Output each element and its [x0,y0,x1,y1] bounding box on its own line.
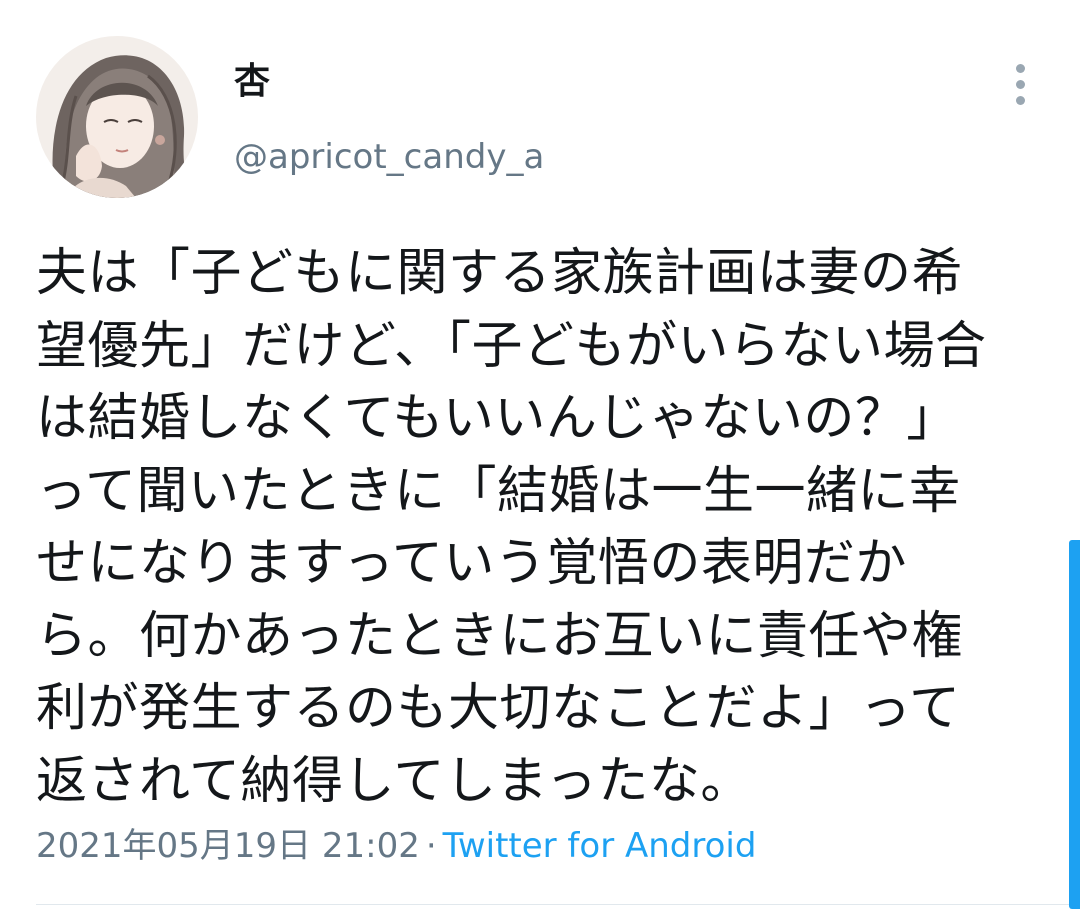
tweet-text-line: って聞いたときに「結婚は一生一緒に幸 [36,461,961,521]
avatar-illustration [36,36,198,198]
more-dot [1015,63,1025,73]
divider [36,904,1080,905]
more-dot [1015,95,1025,105]
avatar[interactable] [36,36,198,198]
tweet-meta: 2021年05月19日 21:02 · Twitter for Android [36,823,756,869]
tweet-text-line: 利が発生するのも大切なことだよ」って [36,679,961,738]
display-name[interactable]: 杏 [234,58,270,106]
meta-separator: · [425,826,437,866]
tweet-text-line: 返されて納得してしまったな。 [36,751,752,811]
tweet-source-link[interactable]: Twitter for Android [443,826,757,866]
tweet-text-line: ら。何かあったときにお互いに責任や権 [36,606,964,666]
tweet-text: 夫は「子どもに関する家族計画は妻の希 望優先」だけど、「子どもがいらない場合 は… [36,238,1046,818]
user-handle[interactable]: @apricot_candy_a [234,134,544,180]
more-vertical-icon[interactable] [996,54,1044,114]
tweet-text-line: 望優先」だけど、「子どもがいらない場合 [36,316,987,376]
tweet-text-line: 夫は「子どもに関する家族計画は妻の希 [36,244,964,303]
tweet-text-line: は結婚しなくてもいいんじゃないの？」 [36,389,958,448]
tweet-detail: 杏 @apricot_candy_a 夫は「子どもに関する家族計画は妻の希 望優… [0,0,1080,909]
tweet-timestamp[interactable]: 2021年05月19日 21:02 [36,826,420,866]
more-dot [1015,79,1025,89]
tweet-text-line: せになりますっていう覚悟の表明だか [36,534,907,593]
scrollbar[interactable] [1069,540,1080,909]
